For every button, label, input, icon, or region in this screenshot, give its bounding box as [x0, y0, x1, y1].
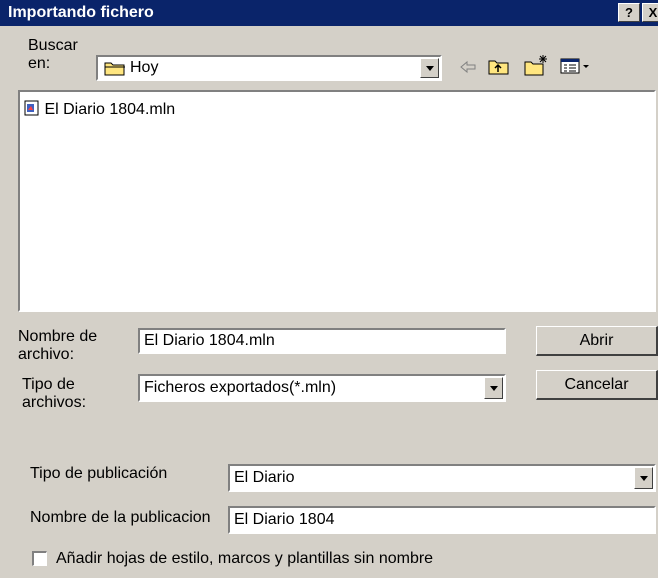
filetype-label-line2: archivos: — [22, 394, 87, 411]
lookin-label-line1: Buscar — [28, 37, 78, 54]
pubtype-dropdown-arrow[interactable] — [634, 467, 653, 489]
file-list[interactable]: El Diario 1804.mln — [18, 90, 656, 312]
pubname-label: Nombre de la publicacion — [30, 509, 211, 526]
lookin-value: Hoy — [130, 59, 159, 76]
pubname-input[interactable]: El Diario 1804 — [228, 506, 656, 534]
file-name: El Diario 1804.mln — [44, 101, 176, 118]
filetype-dropdown-arrow[interactable] — [484, 377, 503, 399]
view-menu-icon[interactable] — [560, 57, 592, 75]
filetype-label-line1: Tipo de — [22, 376, 75, 393]
filetype-value: Ficheros exportados(*.mln) — [144, 379, 337, 396]
list-item[interactable]: El Diario 1804.mln — [24, 100, 175, 119]
pubtype-label: Tipo de publicación — [30, 465, 168, 482]
back-arrow-icon[interactable] — [458, 58, 478, 76]
help-icon: ? — [625, 5, 633, 20]
pubtype-value: El Diario — [234, 469, 295, 486]
window-title: Importando fichero — [8, 4, 154, 21]
pubname-value: El Diario 1804 — [234, 511, 335, 528]
help-button[interactable]: ? — [618, 3, 640, 22]
cancel-button[interactable]: Cancelar — [536, 370, 658, 400]
up-folder-icon[interactable] — [488, 56, 510, 76]
pubtype-dropdown[interactable]: El Diario — [228, 464, 656, 492]
filetype-dropdown[interactable]: Ficheros exportados(*.mln) — [138, 374, 506, 402]
lookin-dropdown-arrow[interactable] — [420, 58, 439, 78]
file-icon — [24, 100, 39, 116]
filename-label-line1: Nombre de — [18, 328, 98, 345]
filename-value: El Diario 1804.mln — [144, 332, 275, 349]
open-button[interactable]: Abrir — [536, 326, 658, 356]
close-icon: X — [648, 5, 658, 20]
lookin-label-line2: en: — [28, 55, 51, 72]
lookin-dropdown[interactable]: Hoy — [96, 55, 442, 81]
close-button[interactable]: X — [642, 3, 658, 22]
filename-input[interactable]: El Diario 1804.mln — [138, 328, 506, 354]
new-folder-icon[interactable] — [524, 54, 550, 76]
checkbox-label: Añadir hojas de estilo, marcos y plantil… — [56, 550, 434, 567]
folder-icon — [104, 62, 125, 76]
unnamed-templates-checkbox[interactable] — [32, 551, 47, 566]
filename-label-line2: archivo: — [18, 346, 75, 363]
